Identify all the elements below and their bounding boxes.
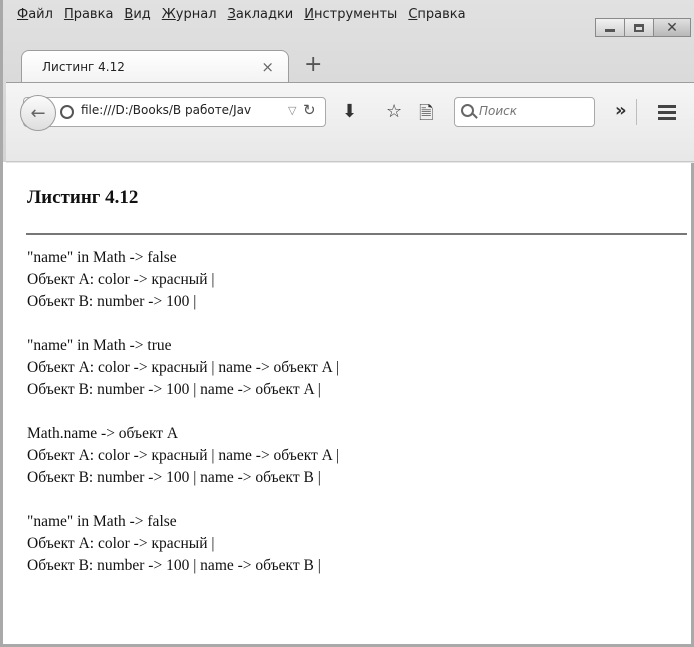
output-line: Объект A: color -> красный | name -> объ… <box>27 447 339 464</box>
minimize-icon <box>605 29 615 32</box>
back-button[interactable]: ← <box>20 95 56 131</box>
tab-close-icon[interactable]: × <box>261 58 274 76</box>
globe-icon <box>60 105 74 119</box>
script-output: "name" in Math -> false Объект A: color … <box>27 247 687 599</box>
tab-title: Листинг 4.12 <box>42 59 125 74</box>
browser-window: Файл Правка Вид Журнал Закладки Инструме… <box>0 0 694 647</box>
menubar: Файл Правка Вид Журнал Закладки Инструме… <box>17 7 477 25</box>
back-arrow-icon: ← <box>30 102 46 124</box>
menu-edit[interactable]: Правка <box>64 7 113 25</box>
url-text[interactable]: file:///D:/Books/В работе/Jav <box>81 103 286 117</box>
output-group: Math.name -> объект A Объект A: color ->… <box>27 423 687 489</box>
menu-file[interactable]: Файл <box>17 7 53 25</box>
output-line: "name" in Math -> false <box>27 249 177 266</box>
maximize-button[interactable] <box>624 18 654 37</box>
output-line: Объект A: color -> красный | <box>27 535 215 552</box>
output-line: Объект B: number -> 100 | name -> объект… <box>27 381 321 398</box>
menu-hamburger-icon[interactable] <box>658 105 676 121</box>
url-dropdown-icon[interactable]: ▽ <box>288 104 296 117</box>
menu-tools[interactable]: Инструменты <box>304 7 397 25</box>
horizontal-rule <box>26 233 687 235</box>
output-group: "name" in Math -> true Объект A: color -… <box>27 335 687 401</box>
reload-icon[interactable]: ↻ <box>303 101 316 119</box>
toolbar-separator <box>636 99 637 125</box>
toolbar-overflow-icon[interactable]: » <box>615 100 627 121</box>
download-icon[interactable]: ⬇ <box>342 101 357 122</box>
close-window-button[interactable]: ✕ <box>653 18 691 37</box>
page-content: Листинг 4.12 <box>27 178 687 218</box>
bookmark-star-icon[interactable]: ☆ <box>386 101 402 122</box>
output-line: Объект A: color -> красный | name -> объ… <box>27 359 339 376</box>
output-group: "name" in Math -> false Объект A: color … <box>27 247 687 313</box>
output-line: Объект B: number -> 100 | name -> объект… <box>27 557 321 574</box>
menu-view[interactable]: Вид <box>124 7 150 25</box>
new-tab-button[interactable]: + <box>304 52 322 77</box>
maximize-icon <box>634 23 644 32</box>
reading-list-icon[interactable]: 🗎 <box>419 101 433 131</box>
close-icon: ✕ <box>666 19 678 36</box>
output-line: Объект B: number -> 100 | name -> объект… <box>27 469 321 486</box>
output-line: "name" in Math -> false <box>27 513 177 530</box>
output-line: Объект B: number -> 100 | <box>27 293 197 310</box>
toolbar-divider <box>6 161 694 162</box>
browser-chrome: Файл Правка Вид Журнал Закладки Инструме… <box>3 0 694 163</box>
output-line: "name" in Math -> true <box>27 337 172 354</box>
window-controls: ✕ <box>595 18 691 37</box>
menu-help[interactable]: Справка <box>408 7 465 25</box>
search-icon <box>461 104 474 117</box>
output-line: Math.name -> объект A <box>27 425 179 442</box>
page-title: Листинг 4.12 <box>27 187 139 208</box>
menu-history[interactable]: Журнал <box>162 7 217 25</box>
search-input[interactable] <box>479 101 591 121</box>
output-line: Объект A: color -> красный | <box>27 271 215 288</box>
minimize-button[interactable] <box>595 18 625 37</box>
tab-active[interactable]: Листинг 4.12 × <box>21 50 289 82</box>
output-group: "name" in Math -> false Объект A: color … <box>27 511 687 577</box>
menu-bookmarks[interactable]: Закладки <box>228 7 294 25</box>
